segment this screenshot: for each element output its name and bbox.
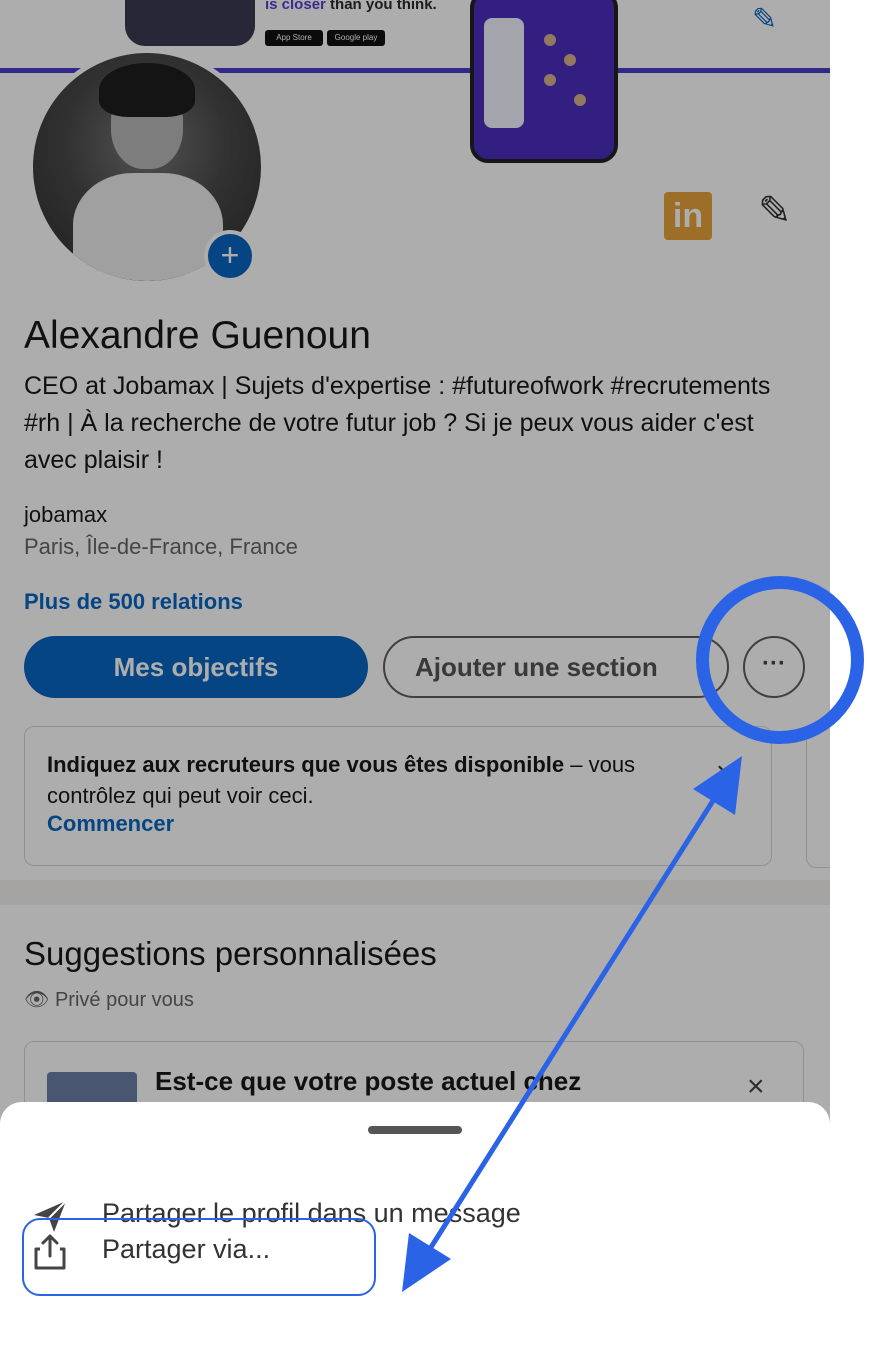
- sheet-drag-handle[interactable]: [368, 1126, 462, 1134]
- annotation-circle: [696, 576, 864, 744]
- annotation-highlight-box: [22, 1218, 376, 1296]
